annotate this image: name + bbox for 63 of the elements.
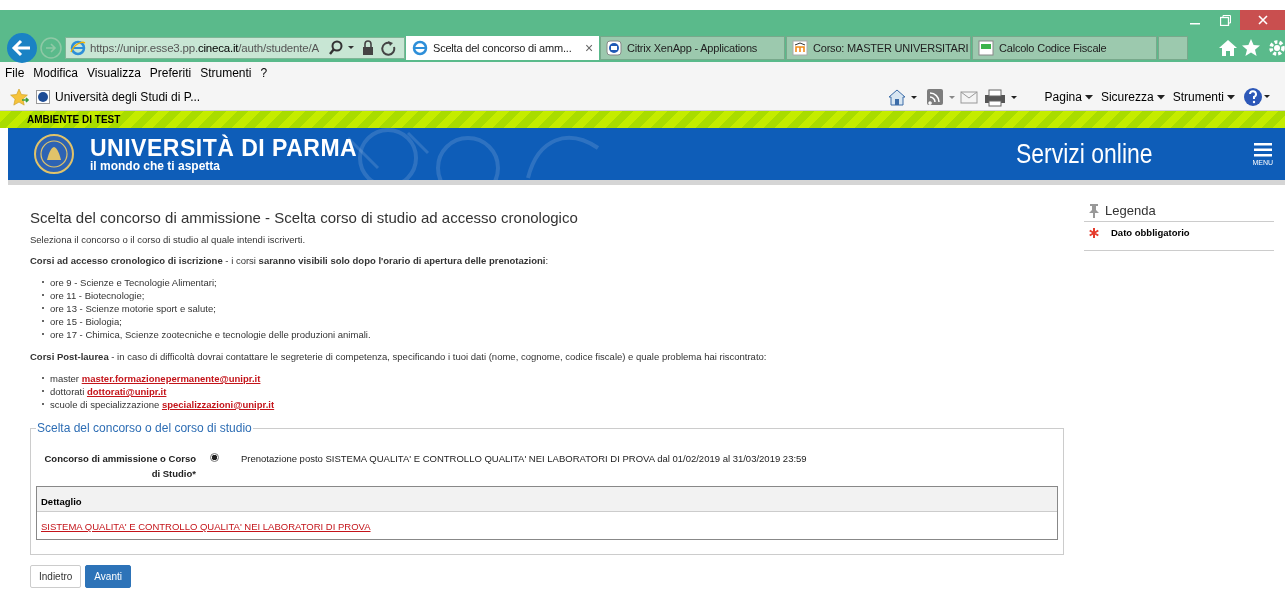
menu-icon	[1253, 142, 1272, 157]
email-link[interactable]: master.formazionepermanente@unipr.it	[81, 373, 261, 384]
contact-label: master	[50, 373, 80, 384]
course-schedule-item: ore 13 - Scienze motorie sport e salute;	[42, 302, 1064, 315]
radio-button[interactable]	[210, 453, 219, 462]
course-link[interactable]: SISTEMA QUALITA' E CONTROLLO QUALITA' NEI LABORATORI DI PROVA	[41, 521, 371, 532]
favicon-icon	[792, 40, 808, 56]
fieldset-legend: Scelta del concorso o del corso di studio	[36, 421, 253, 435]
help-icon[interactable]	[1243, 87, 1273, 107]
chrono-note: Corsi ad accesso cronologico di iscrizione - i corsi saranno visibili solo dopo l'orario di apertura delle prenotazioni:	[30, 255, 549, 266]
email-link[interactable]: specializzazioni@unipr.it	[161, 399, 275, 410]
menu-item[interactable]: Visualizza	[87, 66, 141, 80]
caret-icon	[1227, 94, 1235, 100]
page-heading: Scelta del concorso di ammissione - Scelta corso di studio ad accesso cronologico	[30, 209, 579, 226]
course-schedule-item: ore 11 - Biotecnologie;	[42, 289, 1064, 302]
back-icon[interactable]	[6, 32, 38, 64]
back-button[interactable]: Indietro	[30, 565, 82, 588]
favicon-icon	[978, 40, 994, 56]
browser-tab[interactable]: Citrix XenApp - Applications	[600, 36, 785, 60]
course-schedule-item: ore 17 - Chimica, Scienze zootecniche e tecnologie delle produzioni animali.	[42, 328, 1064, 341]
command-menu[interactable]: Strumenti	[1172, 90, 1235, 104]
caret-icon	[1084, 94, 1093, 100]
field-label: Concorso di ammissione o Corso di Studio*	[43, 452, 196, 481]
command-menu[interactable]: Sicurezza	[1100, 90, 1165, 104]
favicon-icon	[412, 40, 428, 56]
banner-text: AMBIENTE DI TEST	[27, 114, 121, 125]
menu-item[interactable]: Modifica	[33, 66, 79, 80]
close-icon[interactable]	[1240, 10, 1285, 30]
university-seal-icon[interactable]	[34, 134, 74, 174]
browser-tab[interactable]: Calcolo Codice Fiscale	[972, 36, 1157, 60]
new-tab-button[interactable]	[1158, 36, 1188, 60]
browser-tab[interactable]: Scelta del concorso di amm... ×	[406, 36, 599, 60]
favicon-icon	[606, 40, 622, 56]
seal-icon	[36, 90, 50, 104]
pin-icon	[1089, 203, 1099, 218]
address-bar[interactable]: https://unipr.esse3.pp.cineca.it/auth/studente/A	[65, 37, 405, 59]
contact-label: dottorati	[50, 386, 85, 397]
intro-text: Seleziona il concorso o il corso di studio al quale intendi iscriverti.	[30, 234, 307, 245]
legend-item: Dato obbligatorio	[1111, 227, 1190, 238]
browser-tab[interactable]: Corso: MASTER UNIVERSITARI	[786, 36, 971, 60]
university-name: UNIVERSITÀ DI PARMA	[90, 135, 358, 160]
email-link[interactable]: dottorati@unipr.it	[86, 386, 167, 397]
menu-item[interactable]: Preferiti	[149, 66, 192, 80]
menu-item[interactable]: File	[5, 66, 25, 80]
postlaurea-note: Corsi Post-laurea - in caso di difficoltà dovrai contattare le segreterie di competenza, specificando i tuoi dati (nome, cognome, codice fiscale) e quale problema hai riscontrato:	[30, 351, 768, 362]
contact-label: scuole di specializzazione	[50, 399, 160, 410]
course-schedule-item: ore 9 - Scienze e Tecnologie Alimentari;	[42, 276, 1064, 289]
university-tagline: il mondo che ti aspetta	[90, 159, 222, 173]
required-asterisk-icon	[1089, 227, 1099, 238]
ie-icon	[70, 40, 86, 56]
next-button[interactable]: Avanti	[85, 565, 131, 588]
legend-title: Legenda	[1105, 203, 1156, 218]
table-header: Dettaglio	[37, 487, 1057, 512]
home-favorites-settings-icons[interactable]	[1217, 38, 1285, 58]
command-menu[interactable]: Pagina	[1044, 90, 1093, 104]
close-tab-button[interactable]: ×	[585, 40, 593, 56]
services-title: Servizi online	[1015, 138, 1153, 170]
favorites-star-icon[interactable]	[10, 88, 30, 106]
menu-item[interactable]: ?	[260, 66, 268, 80]
course-schedule-item: ore 15 - Biologia;	[42, 315, 1064, 328]
caret-icon	[1156, 94, 1165, 100]
menu-item[interactable]: Strumenti	[200, 66, 252, 80]
favorite-link[interactable]: Università degli Studi di P...	[36, 90, 201, 104]
